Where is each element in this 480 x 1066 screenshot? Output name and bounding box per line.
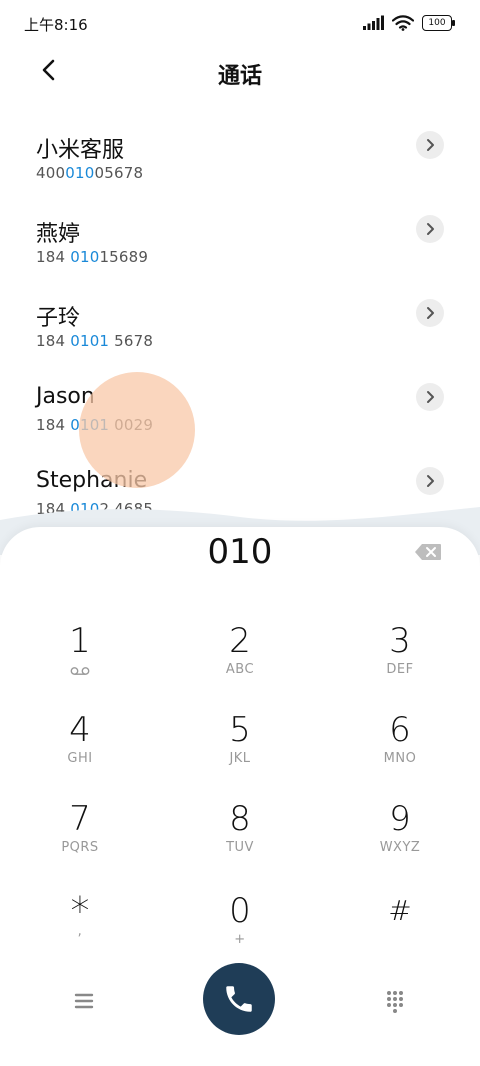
dialpad-icon[interactable] <box>383 989 407 1013</box>
contact-name: 小米客服 <box>36 138 125 163</box>
contact-name: 燕婷 <box>36 222 81 247</box>
contact-detail-button[interactable] <box>416 467 444 495</box>
dialpad-key-9[interactable]: 9 WXYZ <box>340 800 460 880</box>
dialpad-key-1[interactable]: 1 <box>20 622 140 702</box>
contact-row[interactable]: Jason 184 0101 0029 <box>0 367 480 451</box>
status-time: 上午8:16 <box>24 16 88 34</box>
contact-detail-button[interactable] <box>416 299 444 327</box>
dialpad-key-7[interactable]: 7 PQRS <box>20 800 140 880</box>
chevron-right-icon <box>427 139 434 151</box>
dial-panel: 010 1 2 ABC 3 DEF 4 GHI 5 JKL 6 MNO 7 PQ… <box>0 527 480 1066</box>
contact-number: 184 0101 5678 <box>36 332 154 350</box>
dialpad-key-hash[interactable]: # <box>340 892 460 972</box>
dialpad-key-star[interactable]: * , <box>20 892 140 972</box>
dialpad-key-4[interactable]: 4 GHI <box>20 711 140 791</box>
contact-name: 子玲 <box>36 306 81 331</box>
dialpad-key-8[interactable]: 8 TUV <box>180 800 300 880</box>
wifi-icon <box>392 15 414 31</box>
dialpad-key-2[interactable]: 2 ABC <box>180 622 300 702</box>
chevron-right-icon <box>427 223 434 235</box>
backspace-icon[interactable] <box>414 543 442 561</box>
call-button[interactable] <box>203 963 275 1035</box>
dialed-number[interactable]: 010 <box>0 532 480 572</box>
header: 通话 <box>0 46 480 98</box>
contact-number: 40001005678 <box>36 164 144 182</box>
contact-row[interactable]: 小米客服 40001005678 <box>0 115 480 199</box>
voicemail-icon <box>70 667 90 675</box>
contact-list: 小米客服 40001005678 燕婷 184 01015689 子玲 184 … <box>0 115 480 535</box>
dialpad-key-0[interactable]: 0 + <box>180 892 300 972</box>
status-icons: 100 <box>362 13 455 33</box>
battery-level: 100 <box>428 17 446 28</box>
page-title: 通话 <box>217 64 262 89</box>
battery-icon: 100 <box>422 15 455 31</box>
contact-row[interactable]: 燕婷 184 01015689 <box>0 199 480 283</box>
signal-icon <box>363 15 384 30</box>
touch-ripple <box>79 372 195 488</box>
contact-detail-button[interactable] <box>416 215 444 243</box>
contact-detail-button[interactable] <box>416 383 444 411</box>
chevron-right-icon <box>427 391 434 403</box>
dialpad-key-3[interactable]: 3 DEF <box>340 622 460 702</box>
contact-number: 184 01015689 <box>36 248 149 266</box>
dialpad-key-5[interactable]: 5 JKL <box>180 711 300 791</box>
chevron-right-icon <box>427 307 434 319</box>
status-bar: 上午8:16 100 <box>0 0 480 46</box>
contact-row[interactable]: 子玲 184 0101 5678 <box>0 283 480 367</box>
phone-icon <box>226 986 252 1012</box>
chevron-right-icon <box>427 475 434 487</box>
menu-icon[interactable] <box>72 989 96 1013</box>
contact-detail-button[interactable] <box>416 131 444 159</box>
dialpad-key-6[interactable]: 6 MNO <box>340 711 460 791</box>
